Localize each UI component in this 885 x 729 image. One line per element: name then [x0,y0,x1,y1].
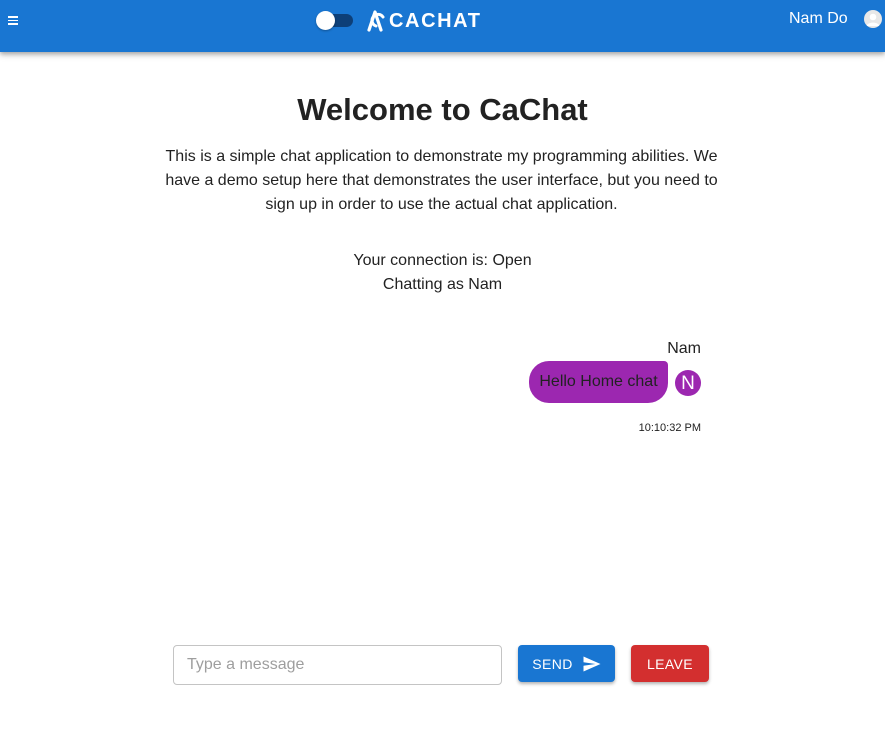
message-avatar: N [675,370,701,396]
chatting-as-label: Chatting as Nam [382,276,503,293]
cachat-logo-icon [367,10,385,32]
app-bar: CACHAT Nam Do [0,0,885,52]
hamburger-menu-icon[interactable] [6,12,22,28]
intro-text: This is a simple chat application to dem… [165,148,718,213]
app-logo[interactable]: CACHAT [366,8,482,34]
toggle-thumb [316,11,335,30]
leave-button-label: LEAVE [646,655,694,672]
send-icon [583,656,601,671]
user-name[interactable]: Nam Do [789,10,848,28]
message-timestamp: 10:10:32 PM [638,422,701,434]
connection-status: Your connection is: Open [353,252,532,269]
app-name: CACHAT [389,9,482,32]
account-circle-icon[interactable] [864,10,882,28]
send-button[interactable]: SEND [518,645,615,682]
message-sender: Nam [667,340,701,357]
send-button-label: SEND [532,655,573,672]
theme-toggle[interactable] [316,11,354,30]
message-bubble: Hello Home chat [529,361,668,403]
page-title: Welcome to CaChat [297,92,588,127]
leave-button[interactable]: LEAVE [631,645,709,682]
message-input[interactable] [173,645,502,685]
